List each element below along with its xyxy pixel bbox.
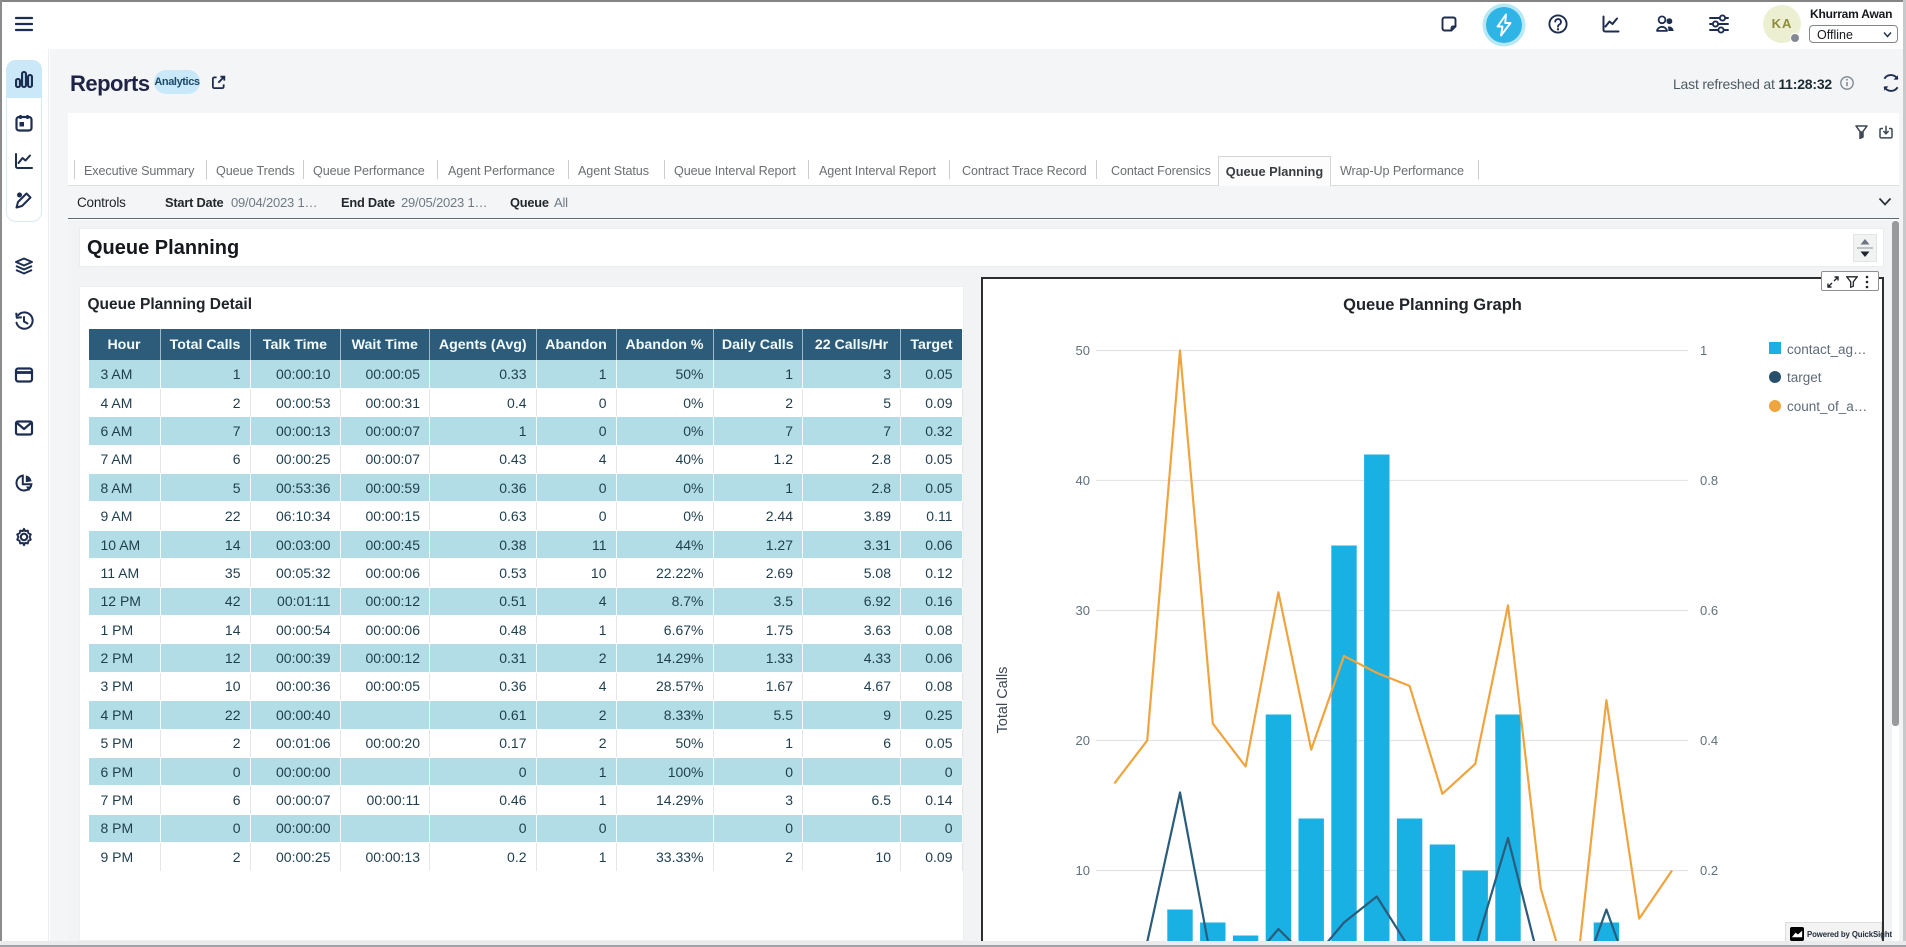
svg-text:0.8: 0.8 — [1700, 473, 1718, 488]
svg-text:count_of_a…: count_of_a… — [1787, 399, 1867, 414]
svg-text:1: 1 — [1700, 343, 1707, 358]
svg-text:10: 10 — [1076, 863, 1090, 878]
svg-text:target: target — [1787, 370, 1822, 385]
svg-text:0.6: 0.6 — [1700, 603, 1718, 618]
svg-text:0.4: 0.4 — [1700, 733, 1718, 748]
svg-text:20: 20 — [1076, 733, 1090, 748]
svg-text:30: 30 — [1076, 603, 1090, 618]
svg-text:Total Calls: Total Calls — [995, 667, 1011, 734]
svg-text:contact_ag…: contact_ag… — [1787, 342, 1867, 357]
svg-text:0.2: 0.2 — [1700, 863, 1718, 878]
svg-text:40: 40 — [1076, 473, 1090, 488]
svg-text:50: 50 — [1076, 343, 1090, 358]
